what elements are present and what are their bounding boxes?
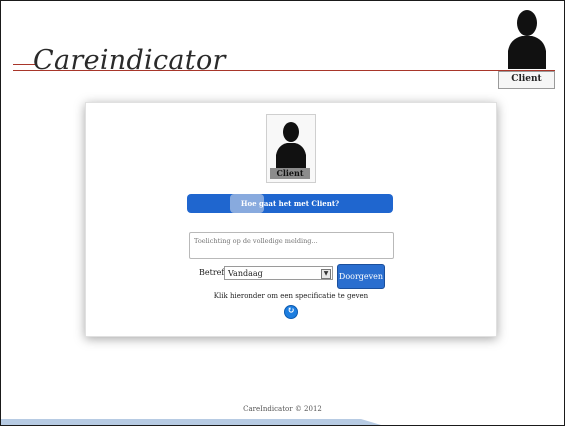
wellbeing-slider[interactable]: Hoe gaat het met Client? [187,194,393,213]
client-avatar[interactable]: Client [266,114,316,183]
client-avatar-label: Client [270,168,310,179]
person-silhouette-icon [508,10,546,69]
careindicator-logo[interactable]: Careindicator [33,45,226,76]
submit-button[interactable]: Doorgeven [337,264,385,289]
refresh-circle-icon[interactable]: ↻ [284,305,298,319]
specification-hint: Klik hieronder om een specificatie te ge… [213,292,369,300]
app-window: Careindicator Client Client Hoe gaat het… [0,0,565,426]
header-divider [13,70,555,71]
chevron-down-icon[interactable]: ▼ [321,269,331,279]
betreft-select[interactable]: Vandaag ▼ [224,266,333,280]
betreft-selected-value: Vandaag [228,269,263,278]
note-textarea[interactable] [189,232,394,259]
status-card: Client Hoe gaat het met Client? Betreft:… [85,102,497,337]
refresh-glyph: ↻ [287,306,295,316]
decorative-wave [1,419,381,425]
header-avatar-label: Client [498,71,555,89]
wellbeing-question: Hoe gaat het met Client? [240,199,340,208]
header-client-avatar[interactable]: Client [498,7,555,89]
person-silhouette-icon [276,122,306,169]
